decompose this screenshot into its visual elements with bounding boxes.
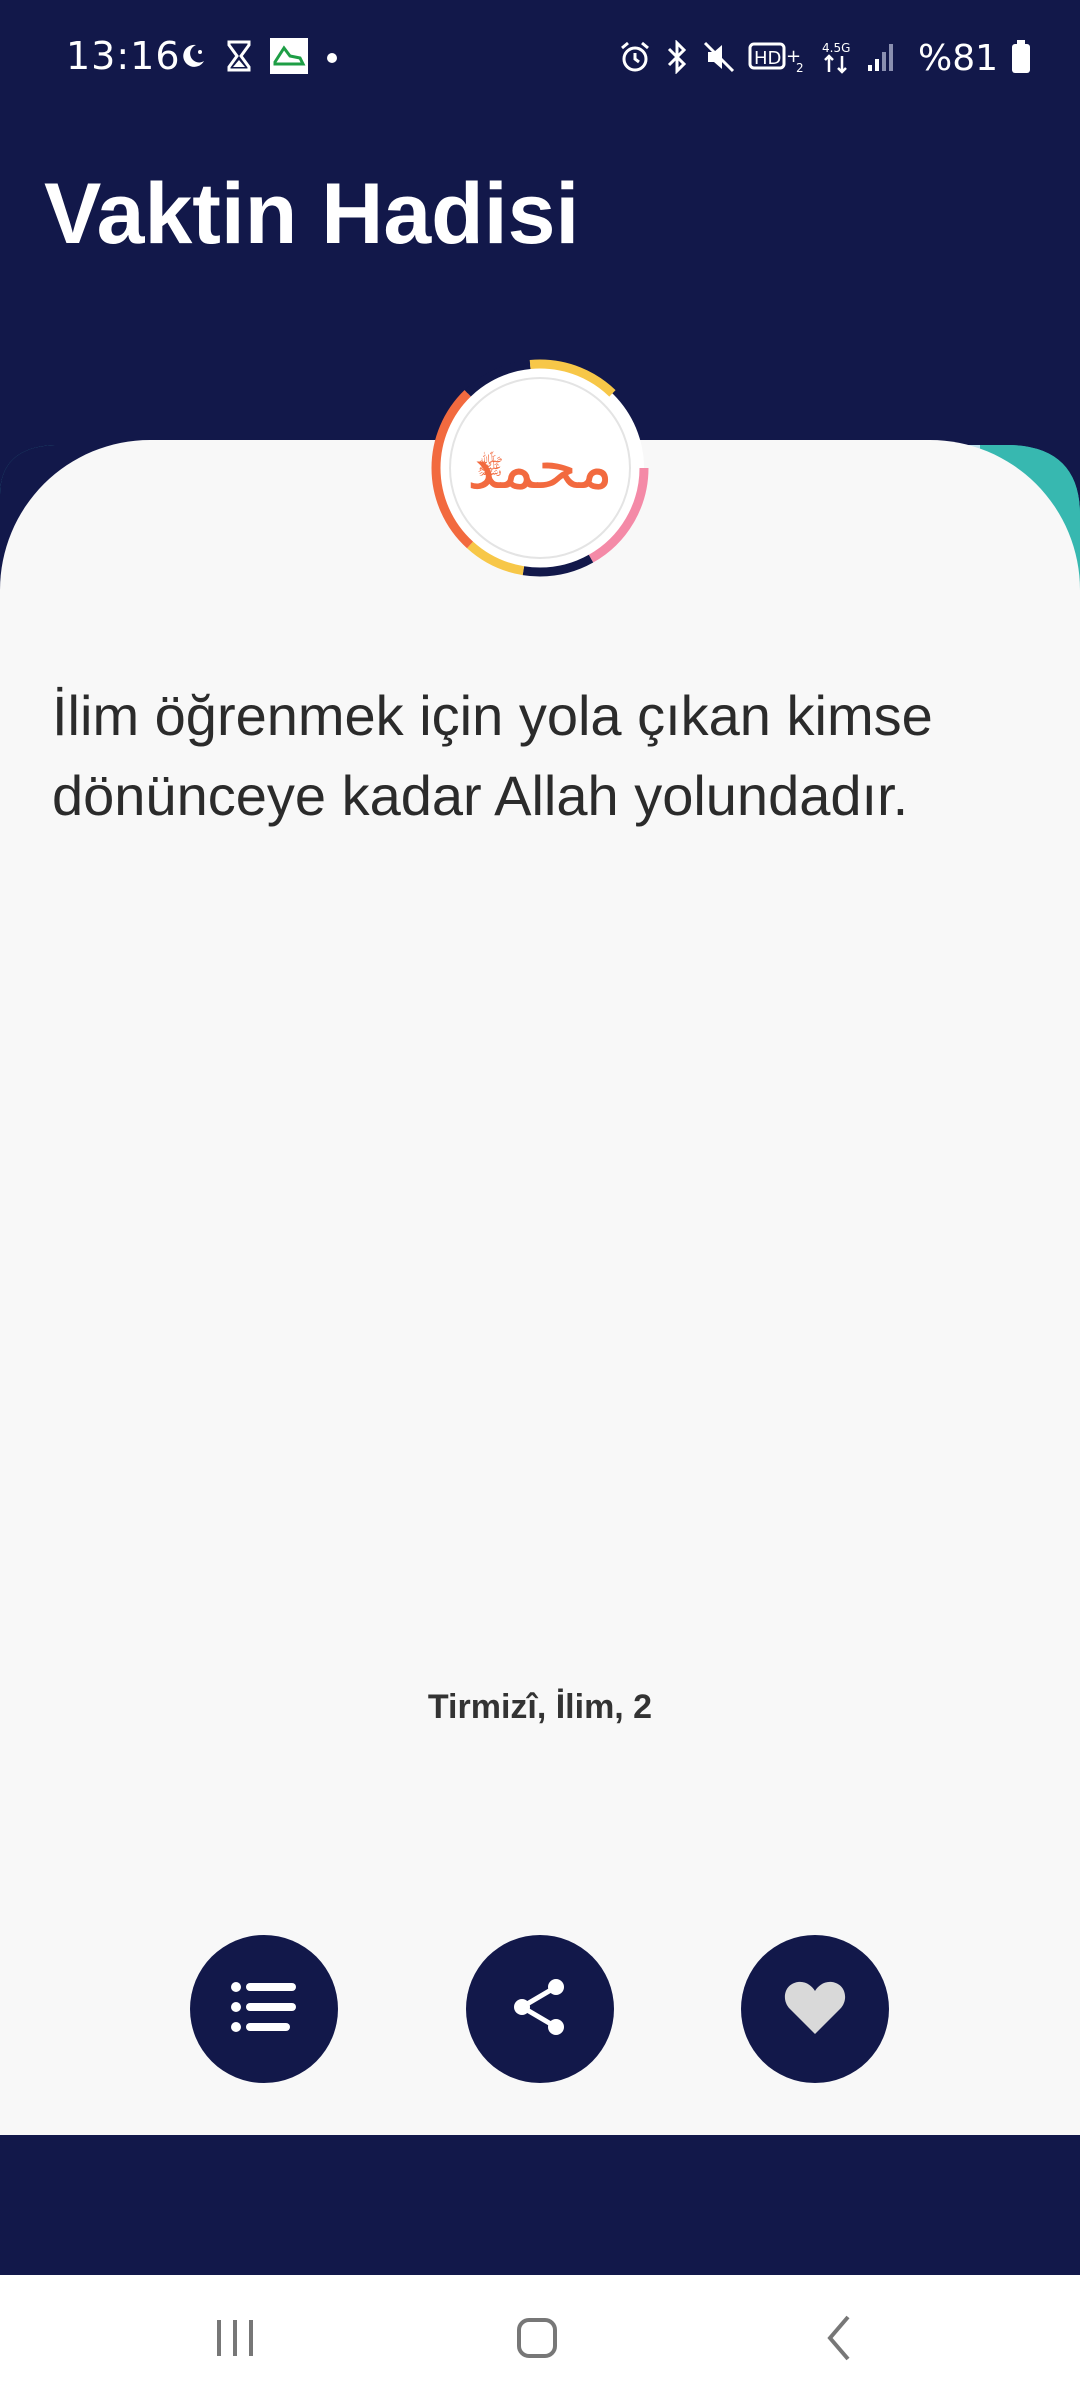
- list-icon: [230, 1979, 298, 2039]
- network-4-5g-icon: 4.5G: [818, 39, 854, 79]
- signal-icon: [866, 41, 896, 77]
- bottom-band: [0, 2135, 1080, 2275]
- status-left-icons: [178, 38, 338, 78]
- battery-icon: [1010, 39, 1032, 79]
- battery-percent: %81: [917, 38, 998, 79]
- home-icon: [515, 2316, 559, 2364]
- shoe-app-icon: [270, 38, 308, 78]
- hd-icon: HD +2: [748, 40, 806, 78]
- back-icon: [818, 2313, 862, 2367]
- svg-text:4.5G: 4.5G: [822, 41, 850, 55]
- heart-icon: [783, 1978, 847, 2040]
- share-icon: [510, 1977, 570, 2041]
- hourglass-icon: [226, 40, 252, 76]
- svg-text:HD: HD: [754, 48, 781, 69]
- svg-text:ﷺ: ﷺ: [477, 450, 504, 480]
- home-button[interactable]: [497, 2305, 577, 2375]
- back-button[interactable]: [800, 2305, 880, 2375]
- moon-icon: [178, 41, 208, 75]
- mute-icon: [702, 40, 736, 78]
- recent-apps-button[interactable]: [195, 2305, 275, 2375]
- dot-icon: [326, 49, 338, 68]
- bluetooth-icon: [664, 38, 690, 78]
- system-navigation-bar: [0, 2275, 1080, 2400]
- hadith-card-body: [0, 630, 1080, 2135]
- svg-text:2: 2: [796, 61, 804, 74]
- share-button[interactable]: [466, 1935, 614, 2083]
- alarm-icon: [618, 40, 652, 78]
- hadith-source: Tirmizî, İlim, 2: [427, 1688, 653, 1726]
- status-time: 13:16: [66, 34, 181, 78]
- list-button[interactable]: [190, 1935, 338, 2083]
- status-bar: 13:16 HD +2 4.5G %81: [0, 0, 1080, 125]
- recent-apps-icon: [213, 2316, 257, 2364]
- status-right-icons: HD +2 4.5G %81: [618, 38, 1032, 79]
- favorite-button[interactable]: [741, 1935, 889, 2083]
- page-title: Vaktin Hadisi: [44, 166, 580, 262]
- hadith-text: İlim öğrenmek için yola çıkan kimse dönü…: [52, 684, 933, 827]
- muhammad-calligraphy-emblem: محمد ﷺ: [431, 359, 649, 577]
